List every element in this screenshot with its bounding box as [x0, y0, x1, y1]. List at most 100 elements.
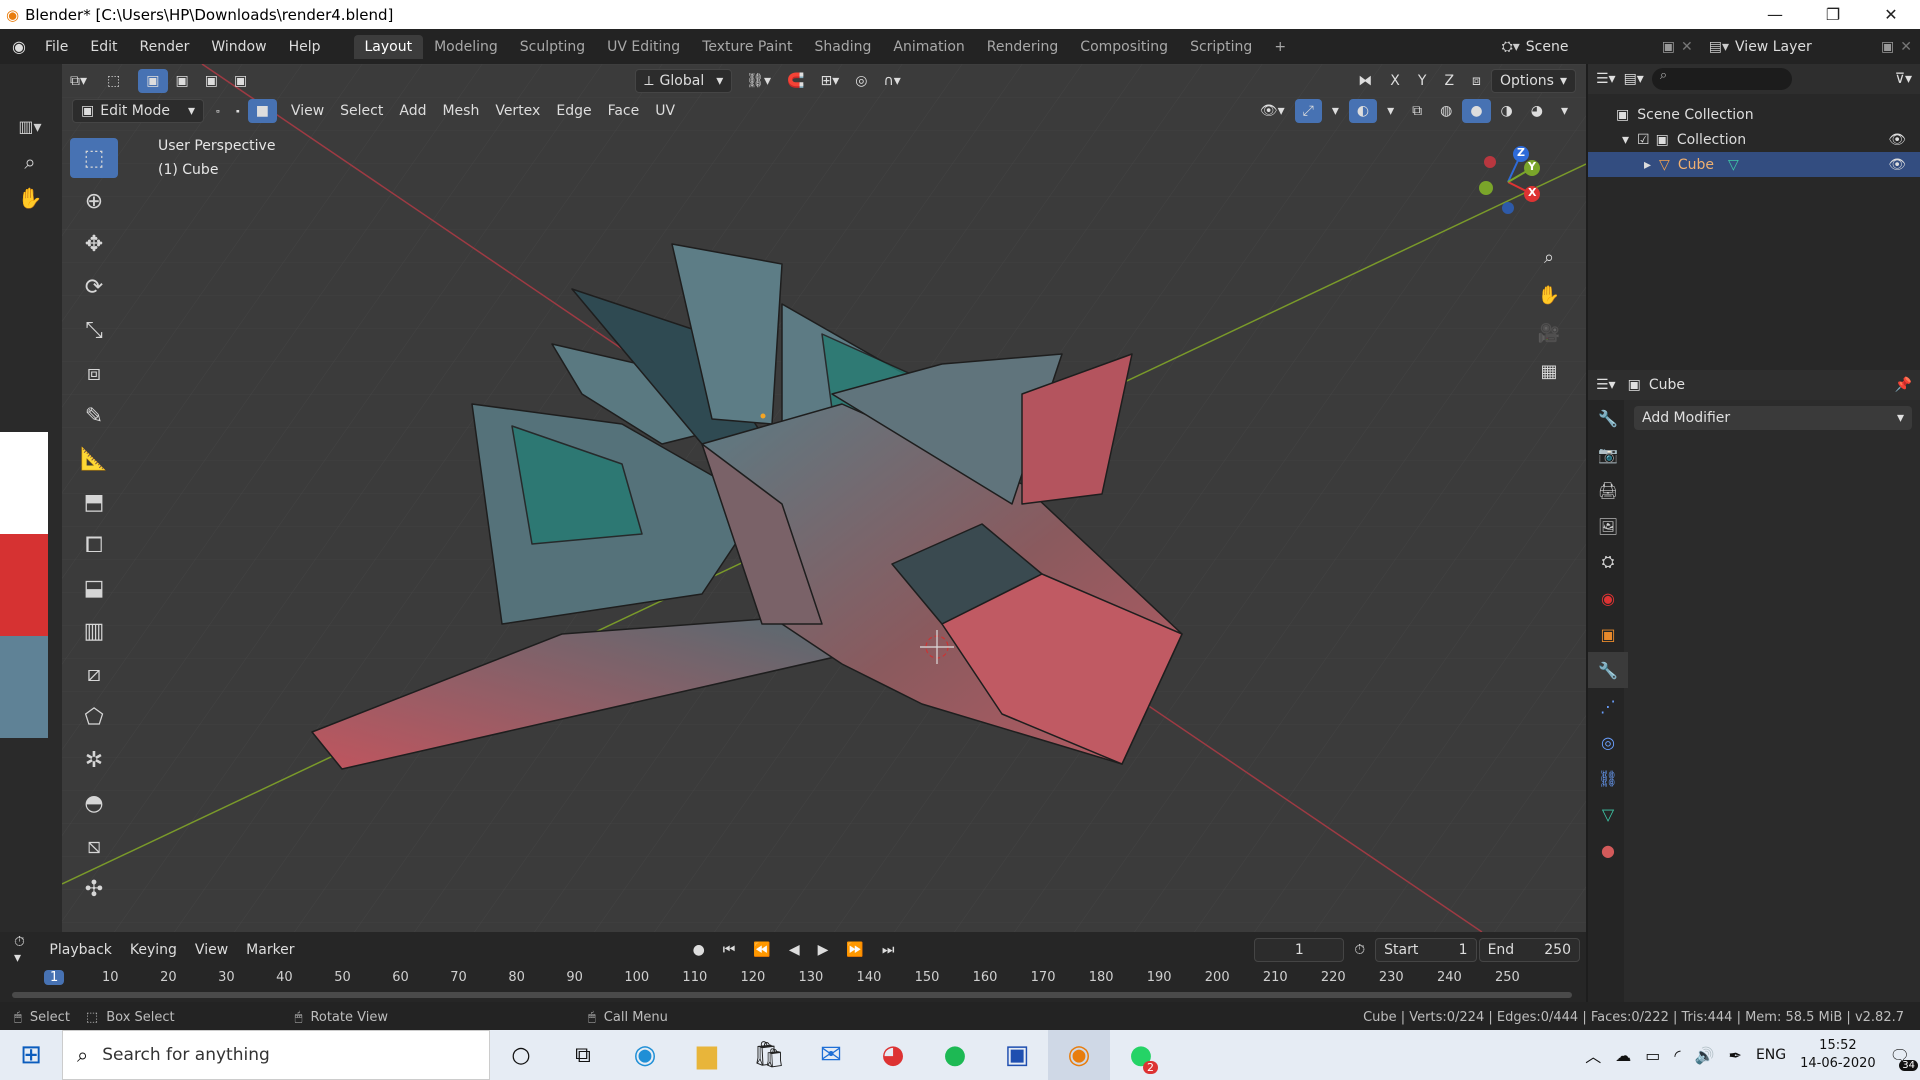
overlay-dropdown-icon[interactable]: ▾ — [1379, 99, 1402, 123]
menu-timeline-view[interactable]: View — [187, 938, 236, 962]
options-dropdown[interactable]: Options ▾ — [1490, 69, 1576, 93]
tab-layout[interactable]: Layout — [353, 34, 424, 59]
pen-icon[interactable]: ✒ — [1729, 1046, 1742, 1065]
wireframe-shading-icon[interactable]: ◍ — [1432, 99, 1460, 123]
delete-scene-icon[interactable]: ✕ — [1681, 39, 1693, 55]
new-scene-icon[interactable]: ▣ — [1662, 39, 1675, 55]
current-frame-field[interactable]: 1 — [1254, 938, 1345, 962]
constraint-properties-icon[interactable]: ⛓ — [1588, 760, 1628, 796]
frame-ruler[interactable]: 1 10 20 30 40 50 60 70 80 90 100 110 120 130 140 150 160… — [44, 968, 1524, 990]
expand-arrow-icon[interactable]: ▾ — [1622, 132, 1629, 148]
object-properties-icon[interactable]: ▣ — [1588, 616, 1628, 652]
zoom-view-icon[interactable]: ⌕ — [10, 144, 50, 180]
menu-keying[interactable]: Keying — [122, 938, 185, 962]
prev-keyframe-icon[interactable]: ⏪ — [745, 938, 778, 962]
pan-view-icon[interactable]: ✋ — [10, 180, 50, 216]
editor-type-icon[interactable]: ⏱▾ — [6, 934, 39, 966]
add-modifier-dropdown[interactable]: Add Modifier ▾ — [1634, 406, 1912, 430]
tab-animation[interactable]: Animation — [882, 35, 975, 59]
jump-end-icon[interactable]: ⏭ — [874, 938, 903, 962]
gizmo-toggle-icon[interactable]: ⤢ — [1294, 99, 1322, 123]
mail-icon[interactable]: ✉ — [800, 1030, 862, 1080]
tab-sculpting[interactable]: Sculpting — [509, 35, 596, 59]
select-box-tool[interactable]: ⬚ — [70, 138, 118, 178]
preview-range-icon[interactable]: ⏱ — [1346, 938, 1373, 962]
falloff-icon[interactable]: ∩▾ — [875, 69, 908, 93]
smooth-tool[interactable]: ◓ — [70, 783, 118, 823]
solid-shading-icon[interactable]: ● — [1462, 99, 1491, 123]
jump-start-icon[interactable]: ⏮ — [715, 938, 744, 962]
menu-playback[interactable]: Playback — [41, 938, 119, 962]
volume-icon[interactable]: 🔊 — [1695, 1046, 1715, 1065]
menu-uv[interactable]: UV — [647, 99, 683, 123]
tab-shading[interactable]: Shading — [804, 35, 883, 59]
tab-rendering[interactable]: Rendering — [976, 35, 1070, 59]
record-icon[interactable]: ● — [685, 938, 713, 962]
shrink-fatten-tool[interactable]: ✣ — [70, 869, 118, 909]
mirror-x-toggle[interactable]: X — [1382, 69, 1408, 93]
play-reverse-icon[interactable]: ◀ — [781, 938, 808, 962]
scale-tool[interactable]: ⤡ — [70, 310, 118, 350]
chrome-icon[interactable]: ◕ — [862, 1030, 924, 1080]
menu-edge[interactable]: Edge — [548, 99, 599, 123]
bevel-tool[interactable]: ⬓ — [70, 568, 118, 608]
spotify-icon[interactable]: ● — [924, 1030, 986, 1080]
mirror-icon[interactable]: ⧓ — [1350, 69, 1380, 93]
extrude-tool[interactable]: ⬒ — [70, 482, 118, 522]
scene-properties-icon[interactable]: ⛭ — [1588, 544, 1628, 580]
select-mode-subtract-icon[interactable]: ▣ — [197, 69, 226, 93]
particle-properties-icon[interactable]: ⋰ — [1588, 688, 1628, 724]
blender-taskbar-icon[interactable]: ◉ — [1048, 1030, 1110, 1080]
file-explorer-icon[interactable]: ▆ — [676, 1030, 738, 1080]
scene-name[interactable]: Scene — [1526, 39, 1656, 55]
material-shading-icon[interactable]: ◑ — [1493, 99, 1521, 123]
transform-tool[interactable]: ⧈ — [70, 353, 118, 393]
editor-type-icon[interactable]: ▥▾ — [10, 108, 50, 144]
overlay-toggle-icon[interactable]: ◐ — [1348, 99, 1378, 123]
filter-icon[interactable]: ⊽▾ — [1895, 71, 1912, 87]
search-field[interactable]: ⌕ — [1651, 68, 1792, 90]
edge-browser-icon[interactable]: ◉ — [614, 1030, 676, 1080]
edge-select-icon[interactable]: ⬝ — [228, 99, 248, 123]
select-mode-intersect-icon[interactable]: ▣ — [226, 69, 255, 93]
menu-edit[interactable]: Edit — [79, 39, 128, 55]
view-layer-name[interactable]: View Layer — [1735, 39, 1875, 55]
snap-mode-icon[interactable]: ⊞▾ — [813, 69, 848, 93]
action-center-icon[interactable]: 🗨 34 — [1890, 1046, 1918, 1071]
material-properties-icon[interactable]: ● — [1588, 832, 1628, 868]
collection-checkbox-icon[interactable]: ☑ — [1637, 132, 1650, 148]
cursor-tool[interactable]: ⊕ — [70, 181, 118, 221]
select-tool-icon[interactable]: ⬚ — [99, 69, 128, 93]
display-mode-icon[interactable]: ▤▾ — [1624, 71, 1644, 87]
tab-scripting[interactable]: Scripting — [1179, 35, 1263, 59]
view-layer-icon[interactable]: ▤▾ — [1709, 39, 1729, 55]
zoom-icon[interactable]: ⌕ — [1532, 240, 1566, 274]
store-icon[interactable]: 🛍 — [738, 1030, 800, 1080]
menu-view[interactable]: View — [283, 99, 332, 123]
edge-slide-tool[interactable]: ⧅ — [70, 826, 118, 866]
tab-uv-editing[interactable]: UV Editing — [596, 35, 691, 59]
select-mode-new-icon[interactable]: ▣ — [138, 69, 168, 93]
menu-select[interactable]: Select — [332, 99, 391, 123]
end-frame-field[interactable]: End 250 — [1478, 938, 1580, 962]
language-indicator[interactable]: ENG — [1756, 1047, 1786, 1063]
tab-modeling[interactable]: Modeling — [423, 35, 509, 59]
eye-icon[interactable]: 👁 — [1888, 157, 1906, 173]
transform-orientation-dropdown[interactable]: ⟂ Global ▾ — [635, 69, 733, 93]
knife-tool[interactable]: ⧄ — [70, 654, 118, 694]
menu-render[interactable]: Render — [129, 39, 201, 55]
snap-toggle-icon[interactable]: 🧲 — [779, 69, 812, 93]
measure-tool[interactable]: 📐 — [70, 439, 118, 479]
taskbar-search-box[interactable]: ⌕ Search for anything — [62, 1030, 490, 1080]
battery-icon[interactable]: ▭ — [1645, 1046, 1660, 1065]
rendered-shading-icon[interactable]: ◕ — [1523, 99, 1551, 123]
output-properties-icon[interactable]: 🖨 — [1588, 472, 1628, 508]
annotate-tool[interactable]: ✎ — [70, 396, 118, 436]
task-view-icon[interactable]: ⧉ — [552, 1030, 614, 1080]
new-view-layer-icon[interactable]: ▣ — [1881, 39, 1894, 55]
pan-icon[interactable]: ✋ — [1532, 278, 1566, 312]
rotate-tool[interactable]: ⟳ — [70, 267, 118, 307]
tab-texture-paint[interactable]: Texture Paint — [691, 35, 803, 59]
menu-vertex[interactable]: Vertex — [487, 99, 548, 123]
spin-tool[interactable]: ✲ — [70, 740, 118, 780]
